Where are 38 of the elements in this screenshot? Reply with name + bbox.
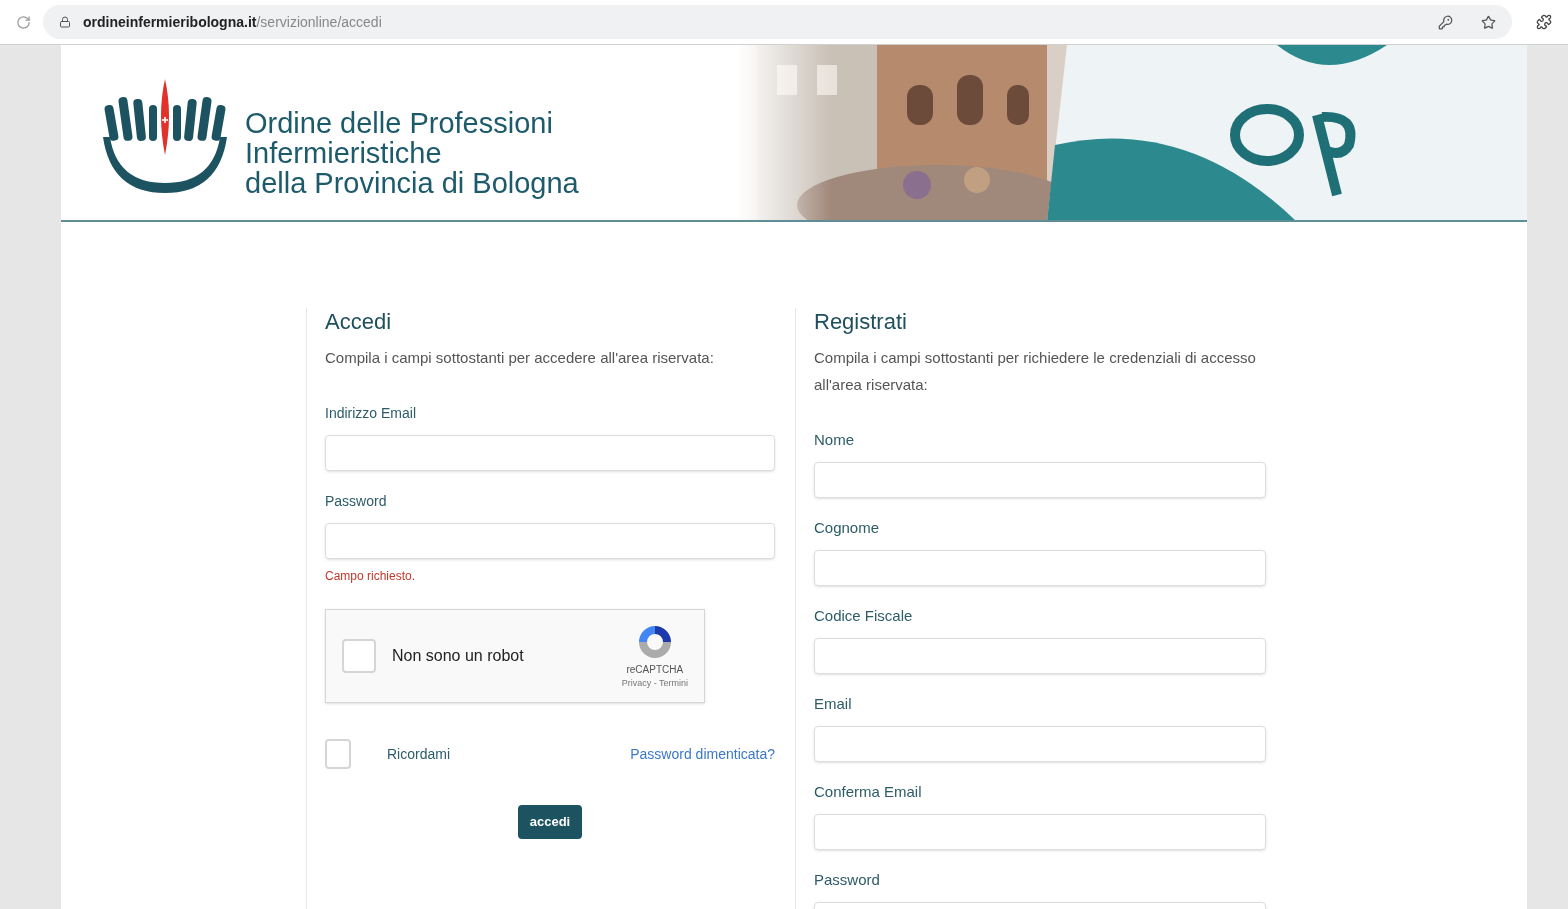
url-text: ordineinfermieribologna.it/servizionline/accedi <box>83 12 383 32</box>
lock-icon[interactable] <box>59 16 71 28</box>
remember-label: Ricordami <box>387 744 451 764</box>
input-field[interactable] <box>814 462 1266 498</box>
field-label: Password <box>814 870 881 890</box>
field-label: Nome <box>814 430 855 450</box>
checkbox[interactable] <box>325 739 351 769</box>
login-heading: Accedi <box>325 308 393 336</box>
key-icon[interactable] <box>1438 14 1453 30</box>
forgot-password-link[interactable]: Password dimenticata? <box>630 743 775 765</box>
reload-icon[interactable] <box>16 14 31 30</box>
input-field[interactable] <box>814 726 1266 762</box>
input-field[interactable] <box>814 814 1266 850</box>
field-label: Indirizzo Email <box>325 404 418 423</box>
organization-name: Ordine delle Professioni <box>245 107 554 138</box>
input-field[interactable] <box>814 550 1266 586</box>
organization-name: della Provincia di Bologna <box>245 167 579 198</box>
login-button[interactable]: accedi <box>517 805 583 839</box>
checkbox[interactable] <box>342 639 376 673</box>
input-field[interactable] <box>325 435 775 471</box>
field-label: Codice Fiscale <box>814 606 914 626</box>
register-heading: Registrati <box>814 308 908 336</box>
captcha-links[interactable]: Privacy - Termini <box>621 676 688 691</box>
field-label: Cognome <box>814 518 881 538</box>
field-label: Conferma Email <box>814 782 923 802</box>
error-message: Campo richiesto. <box>325 568 417 585</box>
register-description: Compila i campi sottostanti per richiedere le credenziali di accesso all'area riservata: <box>814 348 1257 395</box>
field-label: Password <box>325 492 388 511</box>
input-field[interactable] <box>814 638 1266 674</box>
input-field[interactable] <box>325 523 775 559</box>
address-bar[interactable]: ordineinfermieribologna.it/servizionline/accedi <box>43 5 1512 39</box>
field-label: Email <box>814 694 853 714</box>
bookmark-star-icon[interactable] <box>1481 14 1496 30</box>
captcha-brand: reCAPTCHA <box>626 662 684 677</box>
extensions-icon[interactable] <box>1536 14 1552 30</box>
login-description: Compila i campi sottostanti per accedere all'area riservata: <box>325 348 715 368</box>
captcha-label: Non sono un robot <box>392 646 525 666</box>
organization-name: Infermieristiche <box>245 137 443 168</box>
